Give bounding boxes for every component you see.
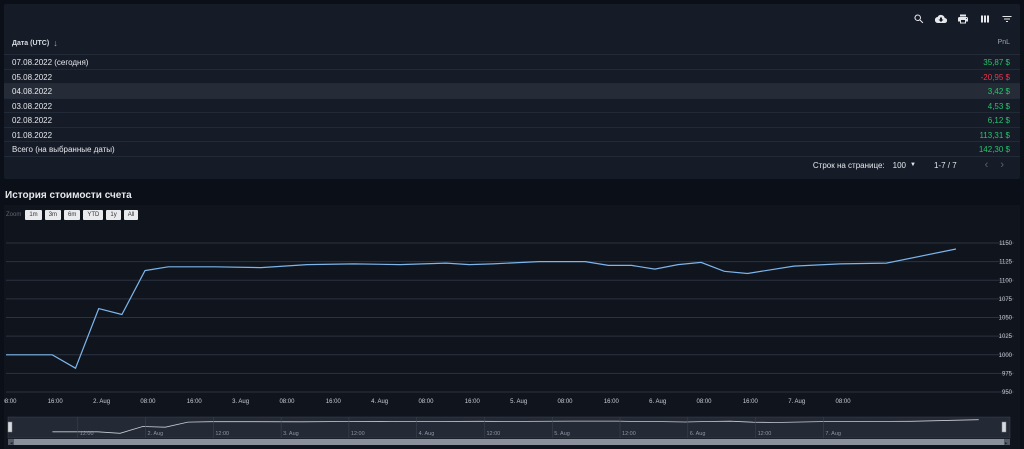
chart-title: История стоимости счета — [5, 190, 132, 201]
table-header: Дата (UTC) ↓ PnL — [4, 34, 1020, 55]
navigator-handle[interactable] — [1001, 421, 1007, 433]
row-date: 05.08.2022 — [12, 72, 53, 82]
prev-page-icon[interactable]: ‹ — [985, 159, 989, 171]
y-tick-label: 975 — [1002, 371, 1013, 377]
y-tick-label: 1125 — [999, 260, 1013, 266]
y-tick-label: 1150 — [999, 241, 1013, 247]
x-tick-label: 4. Aug — [371, 399, 388, 405]
zoom-button[interactable]: 3m — [44, 210, 62, 220]
navigator-tick-label: 5. Aug — [554, 431, 570, 437]
navigator-tick-label: 12:00 — [215, 431, 229, 437]
table-row[interactable]: 02.08.2022 6,12 $ — [4, 113, 1020, 128]
account-value-chart[interactable]: 950 975 1000 1025 1050 1075 1100 1125 1150 08:00 1… — [4, 205, 1020, 449]
column-header-date[interactable]: Дата (UTC) ↓ — [12, 38, 58, 48]
x-tick-label: 16:00 — [604, 399, 620, 405]
chart-panel: 950 975 1000 1025 1050 1075 1100 1125 1150 08:00 1… — [4, 205, 1020, 449]
row-date: 02.08.2022 — [12, 116, 53, 125]
y-tick-label: 1075 — [999, 297, 1013, 303]
x-tick-label: 5. Aug — [510, 399, 527, 405]
row-pnl: 35,87 $ — [983, 58, 1010, 67]
table-row[interactable]: 07.08.2022 (сегодня) 35,87 $ — [4, 55, 1020, 70]
x-tick-label: 08:00 — [697, 399, 713, 405]
search-icon[interactable] — [912, 12, 926, 26]
row-pnl: -20,95 $ — [980, 72, 1010, 82]
table-body: 07.08.2022 (сегодня) 35,87 $ 05.08.2022 -20… — [4, 55, 1020, 157]
table-row[interactable]: 03.08.2022 4,53 $ — [4, 99, 1020, 113]
x-tick-label: 2. Aug — [93, 399, 110, 405]
x-tick-label: 16:00 — [465, 399, 481, 405]
y-tick-label: 1050 — [999, 316, 1013, 322]
pagination: Строк на странице: 100 ▼ 1-7 / 7 ‹ › — [813, 159, 1004, 171]
navigator-tick-label: 12:00 — [486, 431, 500, 437]
table-toolbar — [912, 12, 1014, 26]
row-date: 04.08.2022 — [12, 87, 53, 96]
navigator-tick-label: 12:00 — [80, 431, 94, 437]
y-tick-label: 950 — [1002, 390, 1013, 396]
x-tick-label: 08:00 — [836, 399, 852, 405]
row-pnl: 142,30 $ — [978, 145, 1010, 154]
navigator-tick-label: 4. Aug — [419, 431, 435, 437]
row-date: Всего (на выбранные даты) — [12, 145, 115, 154]
x-tick-label: 7. Aug — [788, 399, 805, 405]
y-tick-label: 1100 — [999, 278, 1013, 284]
zoom-button[interactable]: All — [123, 210, 139, 220]
navigator-tick-label: 3. Aug — [283, 431, 299, 437]
page-range: 1-7 / 7 — [933, 160, 957, 170]
filter-icon[interactable] — [1000, 12, 1014, 26]
y-tick-label: 1000 — [999, 353, 1013, 359]
table-row[interactable]: 04.08.2022 3,42 $ — [4, 84, 1020, 99]
x-tick-label: 08:00 — [279, 399, 295, 405]
columns-icon[interactable] — [978, 12, 992, 26]
pnl-table-panel: Дата (UTC) ↓ PnL 07.08.2022 (сегодня) 35,… — [4, 4, 1020, 179]
table-row[interactable]: 01.08.2022 113,31 $ — [4, 128, 1020, 142]
row-pnl: 6,12 $ — [987, 116, 1010, 125]
next-page-icon[interactable]: › — [1000, 159, 1004, 171]
table-row[interactable]: 05.08.2022 -20,95 $ — [4, 70, 1020, 84]
x-tick-label: 08:00 — [4, 399, 17, 405]
row-date: 03.08.2022 — [12, 101, 53, 111]
x-tick-label: 08:00 — [418, 399, 434, 405]
zoom-button[interactable]: 6m — [64, 210, 81, 220]
row-date: 01.08.2022 — [12, 130, 53, 140]
navigator-tick-label: 6. Aug — [690, 431, 706, 437]
navigator-tick-label: 12:00 — [758, 431, 772, 437]
row-pnl: 3,42 $ — [987, 87, 1010, 96]
x-tick-label: 08:00 — [140, 399, 156, 405]
navigator-handle[interactable] — [7, 421, 13, 433]
row-pnl: 113,31 $ — [979, 130, 1010, 140]
cloud-download-icon[interactable] — [934, 12, 948, 26]
navigator-tick-label: 7. Aug — [825, 431, 841, 437]
scrollbar-thumb[interactable] — [14, 439, 1004, 445]
x-tick-label: 08:00 — [557, 399, 573, 405]
x-tick-label: 16:00 — [48, 399, 64, 405]
navigator-tick-label: 2. Aug — [148, 431, 164, 437]
table-row[interactable]: Всего (на выбранные даты) 142,30 $ — [4, 142, 1020, 157]
zoom-button[interactable]: 1y — [106, 210, 121, 220]
zoom-button[interactable]: 1m — [25, 210, 42, 220]
x-tick-label: 16:00 — [187, 399, 203, 405]
x-tick-label: 16:00 — [326, 399, 342, 405]
column-header-pnl[interactable]: PnL — [998, 39, 1010, 46]
row-pnl: 4,53 $ — [987, 101, 1010, 111]
zoom-controls: Zoom 1m 3m 6m YTD 1y All — [6, 210, 139, 220]
column-header-date-label: Дата (UTC) — [12, 39, 50, 47]
zoom-label: Zoom — [6, 212, 22, 218]
sort-arrow-icon[interactable]: ↓ — [53, 38, 58, 48]
x-tick-label: 16:00 — [743, 399, 759, 405]
rows-per-page-select[interactable]: 100 ▼ — [893, 161, 916, 170]
print-icon[interactable] — [956, 12, 970, 26]
series-line — [6, 248, 957, 370]
dropdown-caret-icon: ▼ — [910, 162, 916, 168]
navigator-tick-label: 12:00 — [622, 431, 636, 437]
rows-per-page-label: Строк на странице: — [812, 160, 885, 170]
navigator-tick-label: 12:00 — [351, 431, 365, 437]
zoom-button[interactable]: YTD — [83, 210, 104, 220]
rows-per-page-value: 100 — [892, 160, 907, 170]
y-tick-label: 1025 — [999, 334, 1013, 340]
x-tick-label: 6. Aug — [649, 399, 666, 405]
row-date: 07.08.2022 (сегодня) — [12, 58, 89, 67]
x-tick-label: 3. Aug — [232, 399, 249, 405]
